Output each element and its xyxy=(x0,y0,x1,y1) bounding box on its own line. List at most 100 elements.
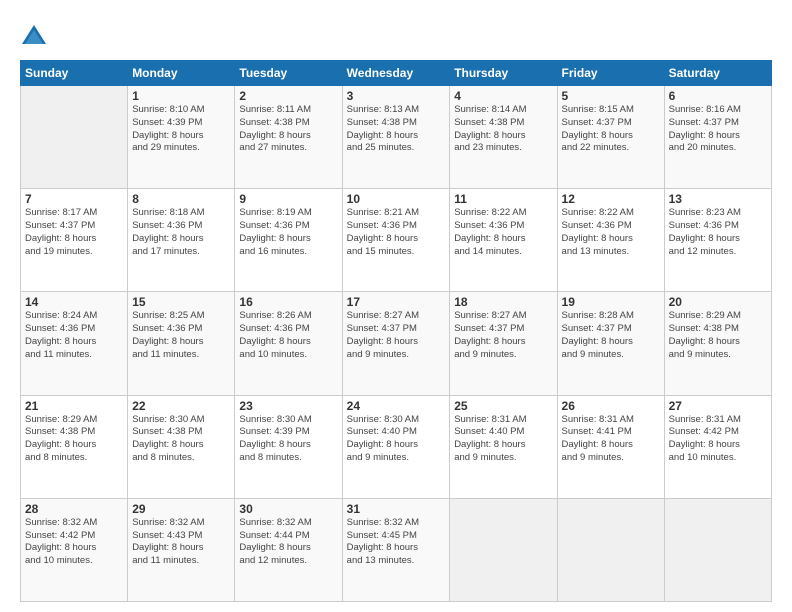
day-number: 9 xyxy=(239,192,337,206)
calendar-cell: 26Sunrise: 8:31 AM Sunset: 4:41 PM Dayli… xyxy=(557,395,664,498)
day-info: Sunrise: 8:11 AM Sunset: 4:38 PM Dayligh… xyxy=(239,104,337,155)
day-info: Sunrise: 8:31 AM Sunset: 4:40 PM Dayligh… xyxy=(454,414,552,465)
day-info: Sunrise: 8:28 AM Sunset: 4:37 PM Dayligh… xyxy=(562,310,660,361)
calendar-week-row: 28Sunrise: 8:32 AM Sunset: 4:42 PM Dayli… xyxy=(21,498,772,601)
day-number: 29 xyxy=(132,502,230,516)
day-number: 15 xyxy=(132,295,230,309)
calendar-cell: 9Sunrise: 8:19 AM Sunset: 4:36 PM Daylig… xyxy=(235,189,342,292)
day-info: Sunrise: 8:22 AM Sunset: 4:36 PM Dayligh… xyxy=(562,207,660,258)
day-info: Sunrise: 8:15 AM Sunset: 4:37 PM Dayligh… xyxy=(562,104,660,155)
day-number: 2 xyxy=(239,89,337,103)
day-info: Sunrise: 8:30 AM Sunset: 4:38 PM Dayligh… xyxy=(132,414,230,465)
day-number: 14 xyxy=(25,295,123,309)
day-number: 26 xyxy=(562,399,660,413)
day-number: 8 xyxy=(132,192,230,206)
day-info: Sunrise: 8:31 AM Sunset: 4:42 PM Dayligh… xyxy=(669,414,767,465)
day-number: 17 xyxy=(347,295,446,309)
day-info: Sunrise: 8:25 AM Sunset: 4:36 PM Dayligh… xyxy=(132,310,230,361)
calendar-cell: 27Sunrise: 8:31 AM Sunset: 4:42 PM Dayli… xyxy=(664,395,771,498)
calendar-cell: 5Sunrise: 8:15 AM Sunset: 4:37 PM Daylig… xyxy=(557,86,664,189)
day-number: 1 xyxy=(132,89,230,103)
day-info: Sunrise: 8:24 AM Sunset: 4:36 PM Dayligh… xyxy=(25,310,123,361)
page: SundayMondayTuesdayWednesdayThursdayFrid… xyxy=(0,0,792,612)
day-info: Sunrise: 8:27 AM Sunset: 4:37 PM Dayligh… xyxy=(347,310,446,361)
day-info: Sunrise: 8:10 AM Sunset: 4:39 PM Dayligh… xyxy=(132,104,230,155)
day-info: Sunrise: 8:32 AM Sunset: 4:44 PM Dayligh… xyxy=(239,517,337,568)
calendar-cell: 20Sunrise: 8:29 AM Sunset: 4:38 PM Dayli… xyxy=(664,292,771,395)
calendar-table: SundayMondayTuesdayWednesdayThursdayFrid… xyxy=(20,60,772,602)
header-day-tuesday: Tuesday xyxy=(235,61,342,86)
logo-icon xyxy=(20,22,48,50)
day-number: 6 xyxy=(669,89,767,103)
calendar-cell: 22Sunrise: 8:30 AM Sunset: 4:38 PM Dayli… xyxy=(128,395,235,498)
header xyxy=(20,18,772,50)
day-info: Sunrise: 8:31 AM Sunset: 4:41 PM Dayligh… xyxy=(562,414,660,465)
day-number: 10 xyxy=(347,192,446,206)
day-info: Sunrise: 8:29 AM Sunset: 4:38 PM Dayligh… xyxy=(669,310,767,361)
calendar-cell: 12Sunrise: 8:22 AM Sunset: 4:36 PM Dayli… xyxy=(557,189,664,292)
calendar-cell: 25Sunrise: 8:31 AM Sunset: 4:40 PM Dayli… xyxy=(450,395,557,498)
day-number: 30 xyxy=(239,502,337,516)
header-day-monday: Monday xyxy=(128,61,235,86)
calendar-cell: 6Sunrise: 8:16 AM Sunset: 4:37 PM Daylig… xyxy=(664,86,771,189)
day-number: 28 xyxy=(25,502,123,516)
calendar-cell: 31Sunrise: 8:32 AM Sunset: 4:45 PM Dayli… xyxy=(342,498,450,601)
calendar-cell: 24Sunrise: 8:30 AM Sunset: 4:40 PM Dayli… xyxy=(342,395,450,498)
calendar-cell: 23Sunrise: 8:30 AM Sunset: 4:39 PM Dayli… xyxy=(235,395,342,498)
day-number: 25 xyxy=(454,399,552,413)
day-info: Sunrise: 8:30 AM Sunset: 4:39 PM Dayligh… xyxy=(239,414,337,465)
day-number: 3 xyxy=(347,89,446,103)
calendar-cell: 4Sunrise: 8:14 AM Sunset: 4:38 PM Daylig… xyxy=(450,86,557,189)
day-info: Sunrise: 8:21 AM Sunset: 4:36 PM Dayligh… xyxy=(347,207,446,258)
calendar-week-row: 21Sunrise: 8:29 AM Sunset: 4:38 PM Dayli… xyxy=(21,395,772,498)
calendar-cell: 17Sunrise: 8:27 AM Sunset: 4:37 PM Dayli… xyxy=(342,292,450,395)
header-day-wednesday: Wednesday xyxy=(342,61,450,86)
calendar-cell: 15Sunrise: 8:25 AM Sunset: 4:36 PM Dayli… xyxy=(128,292,235,395)
calendar-cell: 28Sunrise: 8:32 AM Sunset: 4:42 PM Dayli… xyxy=(21,498,128,601)
day-number: 31 xyxy=(347,502,446,516)
calendar-cell: 18Sunrise: 8:27 AM Sunset: 4:37 PM Dayli… xyxy=(450,292,557,395)
day-info: Sunrise: 8:22 AM Sunset: 4:36 PM Dayligh… xyxy=(454,207,552,258)
calendar-header-row: SundayMondayTuesdayWednesdayThursdayFrid… xyxy=(21,61,772,86)
day-number: 5 xyxy=(562,89,660,103)
day-number: 21 xyxy=(25,399,123,413)
day-info: Sunrise: 8:32 AM Sunset: 4:43 PM Dayligh… xyxy=(132,517,230,568)
day-info: Sunrise: 8:30 AM Sunset: 4:40 PM Dayligh… xyxy=(347,414,446,465)
day-info: Sunrise: 8:23 AM Sunset: 4:36 PM Dayligh… xyxy=(669,207,767,258)
calendar-cell: 11Sunrise: 8:22 AM Sunset: 4:36 PM Dayli… xyxy=(450,189,557,292)
day-info: Sunrise: 8:17 AM Sunset: 4:37 PM Dayligh… xyxy=(25,207,123,258)
day-number: 19 xyxy=(562,295,660,309)
calendar-cell xyxy=(450,498,557,601)
calendar-cell: 21Sunrise: 8:29 AM Sunset: 4:38 PM Dayli… xyxy=(21,395,128,498)
calendar-cell: 30Sunrise: 8:32 AM Sunset: 4:44 PM Dayli… xyxy=(235,498,342,601)
day-number: 13 xyxy=(669,192,767,206)
day-number: 24 xyxy=(347,399,446,413)
day-number: 12 xyxy=(562,192,660,206)
day-number: 18 xyxy=(454,295,552,309)
header-day-thursday: Thursday xyxy=(450,61,557,86)
day-info: Sunrise: 8:16 AM Sunset: 4:37 PM Dayligh… xyxy=(669,104,767,155)
calendar-cell: 29Sunrise: 8:32 AM Sunset: 4:43 PM Dayli… xyxy=(128,498,235,601)
day-info: Sunrise: 8:13 AM Sunset: 4:38 PM Dayligh… xyxy=(347,104,446,155)
day-info: Sunrise: 8:19 AM Sunset: 4:36 PM Dayligh… xyxy=(239,207,337,258)
calendar-cell: 1Sunrise: 8:10 AM Sunset: 4:39 PM Daylig… xyxy=(128,86,235,189)
header-day-friday: Friday xyxy=(557,61,664,86)
logo xyxy=(20,22,52,50)
calendar-cell: 14Sunrise: 8:24 AM Sunset: 4:36 PM Dayli… xyxy=(21,292,128,395)
calendar-cell: 2Sunrise: 8:11 AM Sunset: 4:38 PM Daylig… xyxy=(235,86,342,189)
day-number: 23 xyxy=(239,399,337,413)
day-info: Sunrise: 8:32 AM Sunset: 4:42 PM Dayligh… xyxy=(25,517,123,568)
calendar-week-row: 14Sunrise: 8:24 AM Sunset: 4:36 PM Dayli… xyxy=(21,292,772,395)
calendar-cell: 7Sunrise: 8:17 AM Sunset: 4:37 PM Daylig… xyxy=(21,189,128,292)
day-info: Sunrise: 8:14 AM Sunset: 4:38 PM Dayligh… xyxy=(454,104,552,155)
day-number: 22 xyxy=(132,399,230,413)
calendar-cell xyxy=(557,498,664,601)
day-number: 16 xyxy=(239,295,337,309)
calendar-cell: 3Sunrise: 8:13 AM Sunset: 4:38 PM Daylig… xyxy=(342,86,450,189)
day-number: 27 xyxy=(669,399,767,413)
day-info: Sunrise: 8:32 AM Sunset: 4:45 PM Dayligh… xyxy=(347,517,446,568)
calendar-cell: 8Sunrise: 8:18 AM Sunset: 4:36 PM Daylig… xyxy=(128,189,235,292)
calendar-cell: 19Sunrise: 8:28 AM Sunset: 4:37 PM Dayli… xyxy=(557,292,664,395)
header-day-saturday: Saturday xyxy=(664,61,771,86)
day-info: Sunrise: 8:29 AM Sunset: 4:38 PM Dayligh… xyxy=(25,414,123,465)
